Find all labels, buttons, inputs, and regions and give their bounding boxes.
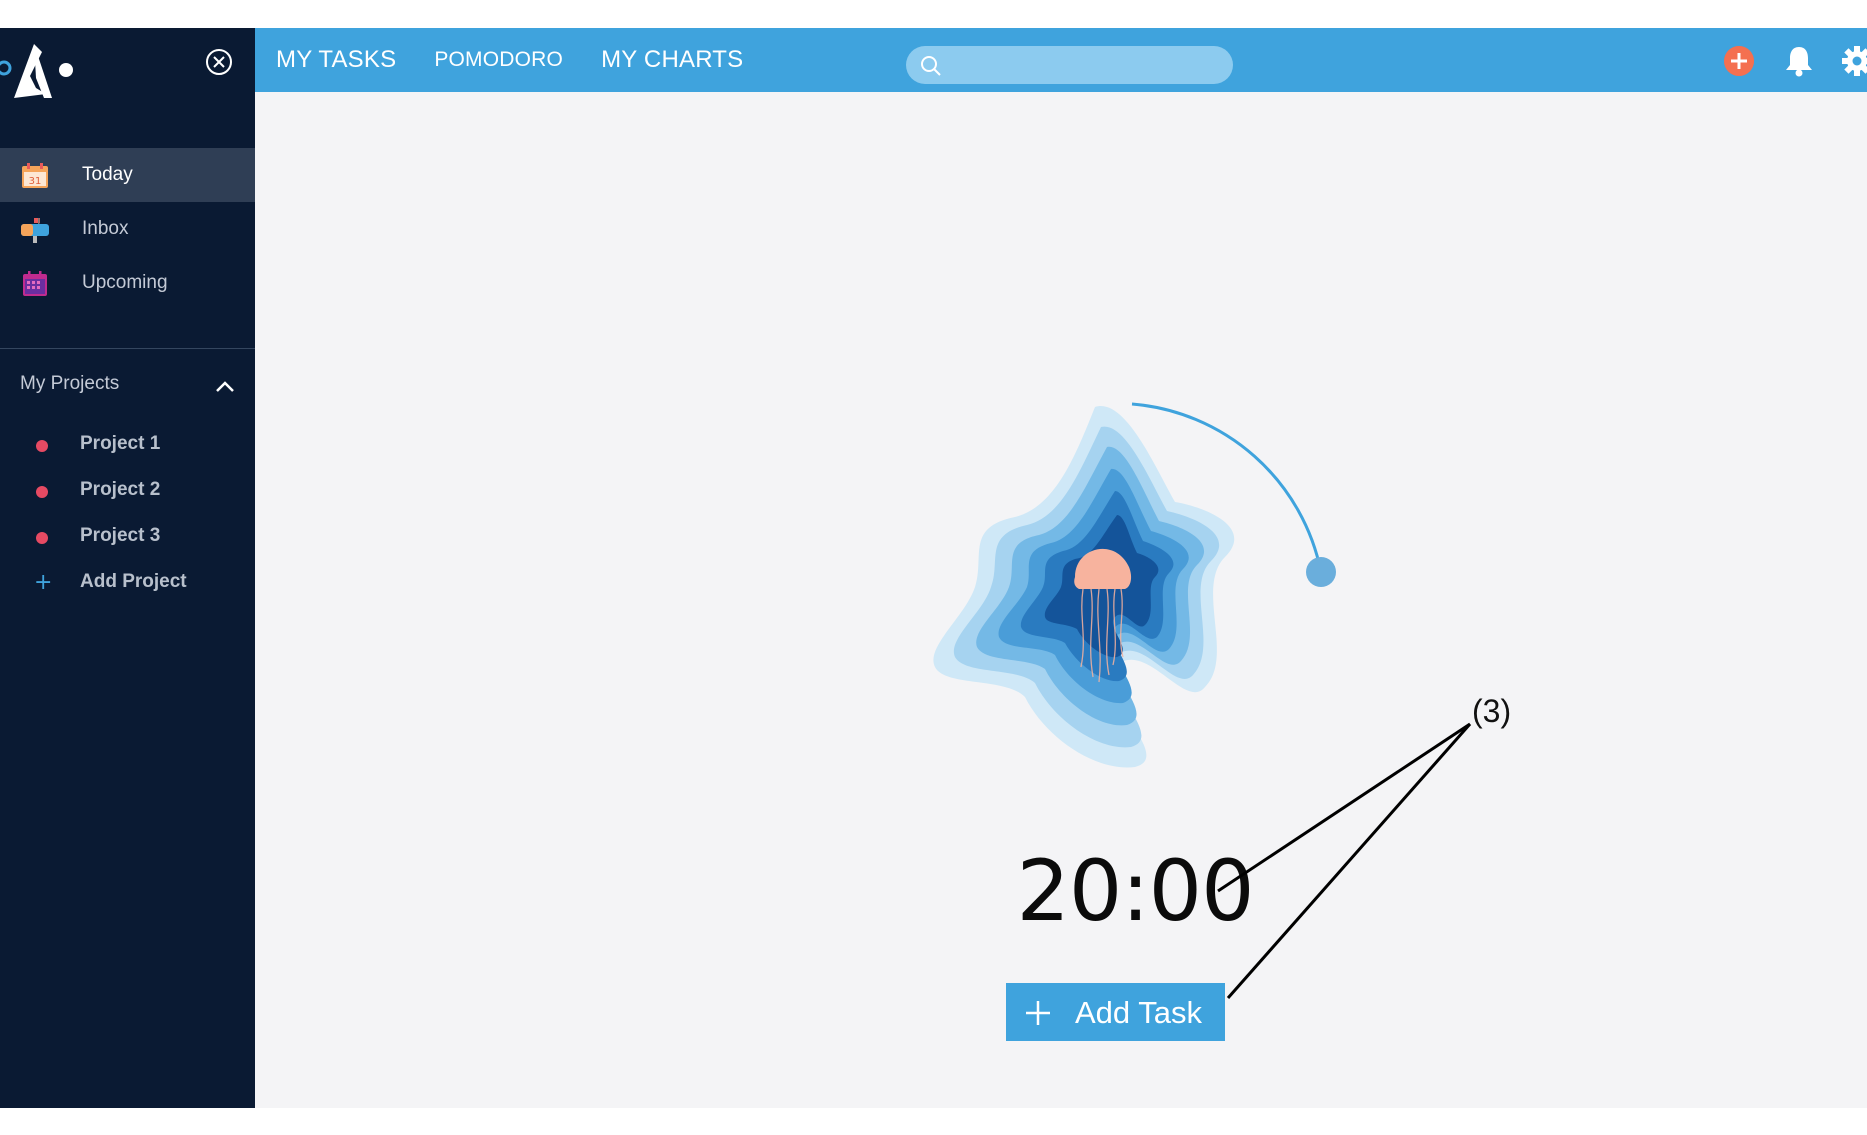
project-item-1[interactable]: Project 1 — [0, 423, 255, 469]
project-dot-icon — [36, 440, 48, 452]
add-task-button[interactable]: Add Task — [1006, 983, 1225, 1041]
plus-icon: + — [34, 570, 53, 595]
timer-progress-handle — [1306, 557, 1336, 587]
close-sidebar-icon[interactable] — [205, 48, 233, 76]
project-dot-icon — [36, 486, 48, 498]
search-icon — [921, 56, 941, 76]
project-label: Project 3 — [80, 525, 161, 546]
add-task-label: Add Task — [1075, 995, 1202, 1030]
project-item-2[interactable]: Project 2 — [0, 469, 255, 515]
sidebar-item-today[interactable]: 31 Today — [0, 148, 255, 202]
calendar-grid-icon — [23, 271, 47, 296]
sidebar-item-label: Today — [82, 164, 133, 185]
sidebar-item-label: Inbox — [82, 218, 129, 239]
project-label: Project 2 — [80, 479, 161, 500]
project-label: Project 1 — [80, 433, 161, 454]
sidebar-nav: 31 Today Inbox Upcoming — [0, 148, 255, 310]
top-nav: MY TASKS POMODORO MY CHARTS — [276, 28, 781, 92]
svg-text:31: 31 — [29, 176, 42, 187]
mailbox-icon — [21, 218, 49, 243]
annotation-label: (3) — [1472, 693, 1512, 729]
app-window: 31 Today Inbox Upcoming My Projects Proj… — [0, 28, 1867, 1108]
timer-display: 20:00 — [1016, 842, 1254, 940]
gear-icon[interactable] — [1840, 44, 1867, 78]
sidebar-item-upcoming[interactable]: Upcoming — [0, 256, 255, 310]
sidebar-divider — [0, 348, 255, 349]
sidebar-item-inbox[interactable]: Inbox — [0, 202, 255, 256]
add-project-button[interactable]: + Add Project — [0, 561, 255, 607]
sidebar: 31 Today Inbox Upcoming My Projects Proj… — [0, 28, 255, 1108]
tab-my-charts[interactable]: MY CHARTS — [601, 46, 743, 74]
add-project-label: Add Project — [80, 571, 187, 592]
sidebar-item-label: Upcoming — [82, 272, 168, 293]
tab-pomodoro[interactable]: POMODORO — [434, 48, 563, 72]
projects-header[interactable]: My Projects — [20, 373, 245, 403]
add-circle-icon[interactable] — [1722, 44, 1756, 78]
app-logo-icon — [0, 44, 73, 98]
projects-title: My Projects — [20, 373, 120, 394]
jellyfish-illustration — [933, 402, 1336, 768]
search-input[interactable] — [952, 50, 1221, 82]
search-bar[interactable] — [906, 46, 1233, 84]
plus-icon — [1026, 1001, 1050, 1025]
calendar-31-icon: 31 — [22, 163, 48, 188]
bell-icon[interactable] — [1782, 44, 1816, 78]
project-dot-icon — [36, 532, 48, 544]
tab-my-tasks[interactable]: MY TASKS — [276, 46, 396, 74]
project-list: Project 1 Project 2 Project 3 + Add Proj… — [0, 423, 255, 607]
chevron-up-icon[interactable] — [213, 375, 237, 399]
top-bar: MY TASKS POMODORO MY CHARTS — [255, 28, 1867, 92]
pomodoro-main: 20:00 Add Task — [255, 92, 1867, 1108]
project-item-3[interactable]: Project 3 — [0, 515, 255, 561]
